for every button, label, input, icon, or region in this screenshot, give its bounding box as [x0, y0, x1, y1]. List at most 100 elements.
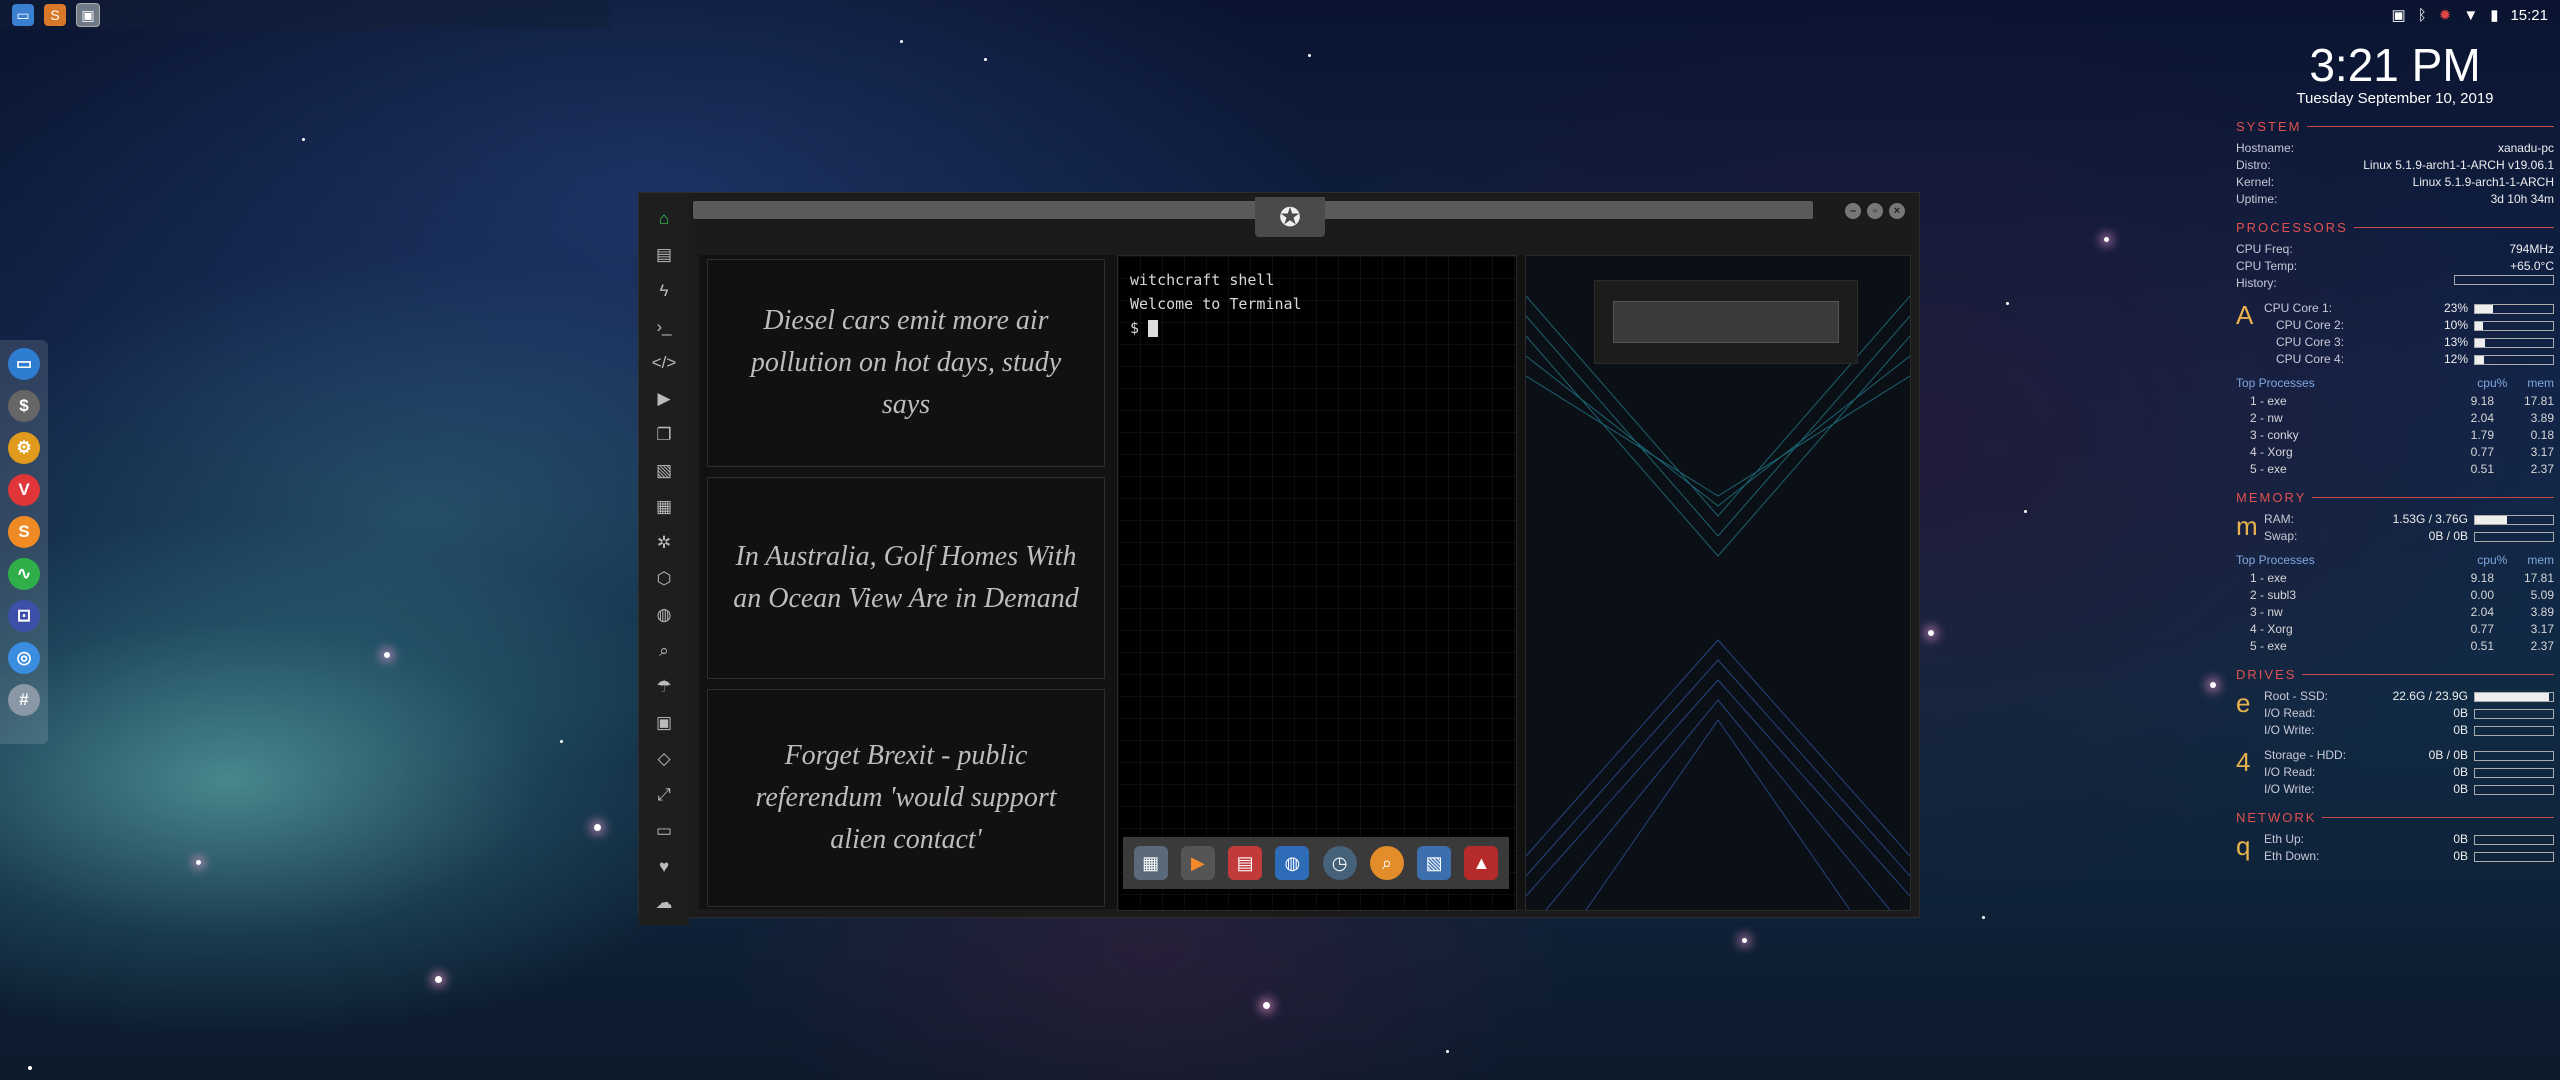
sublime-text-icon[interactable]: S: [44, 4, 66, 26]
search-icon[interactable]: ⌕: [650, 637, 678, 665]
calendar-icon[interactable]: ▤: [1228, 846, 1263, 880]
app-window: ⌂ ▤ ϟ ›_ </> ▶ ❐ ▧ ▦ ✲ ⬡ ◍ ⌕ ☂ ▣ ◇ ⤢ ▭ ♥…: [638, 192, 1920, 925]
sublime-text-icon[interactable]: S: [8, 516, 40, 548]
clock-icon[interactable]: ◷: [1322, 846, 1357, 880]
launcher-bar: ▦ ▶ ▤ ◍ ◷ ⌕ ▧ ▲: [1123, 837, 1509, 889]
eth-down-graph: [2474, 851, 2554, 862]
money-app-icon[interactable]: $: [8, 390, 40, 422]
cpu-core-bar: [2474, 303, 2554, 314]
settings-icon[interactable]: ⚙: [8, 432, 40, 464]
close-icon[interactable]: ×: [1889, 203, 1905, 219]
calculator-icon[interactable]: ▦: [1133, 846, 1168, 880]
news-headline: Diesel cars emit more air pollution on h…: [750, 305, 1062, 420]
news-headline: Forget Brexit - public referendum 'would…: [755, 740, 1057, 855]
remote-desktop-icon[interactable]: ⊡: [8, 600, 40, 632]
cpu-glyph-icon: A: [2236, 300, 2254, 330]
globe-icon[interactable]: ◍: [1275, 846, 1310, 880]
pdf-reader-icon[interactable]: ▲: [1464, 846, 1499, 880]
tray-clock[interactable]: 15:21: [2510, 7, 2548, 24]
image-icon[interactable]: ▧: [650, 457, 678, 485]
image-icon[interactable]: ▣: [2392, 6, 2406, 24]
process-row: 1 - exe 9.18 17.81: [2250, 394, 2554, 408]
news-card[interactable]: Diesel cars emit more air pollution on h…: [707, 259, 1105, 467]
news-headline: In Australia, Golf Homes With an Ocean V…: [733, 541, 1079, 614]
eth-up-graph: [2474, 834, 2554, 845]
code-icon[interactable]: </>: [650, 349, 678, 377]
files-icon[interactable]: ❐: [650, 421, 678, 449]
widget-box: [1594, 280, 1858, 364]
news-card[interactable]: Forget Brexit - public referendum 'would…: [707, 689, 1105, 907]
settings-gear-icon[interactable]: ✹: [2439, 6, 2452, 24]
network-glyph-icon: q: [2236, 831, 2251, 861]
settings-icon[interactable]: ✲: [650, 529, 678, 557]
memory-glyph-icon: m: [2236, 511, 2258, 541]
search-icon[interactable]: ⌕: [1369, 846, 1404, 880]
section-processors: PROCESSORS: [2236, 220, 2554, 235]
title-bar[interactable]: [693, 201, 1813, 219]
clock-date: Tuesday September 10, 2019: [2296, 90, 2494, 107]
process-row: 5 - exe 0.51 2.37: [2250, 639, 2554, 653]
umbrella-icon[interactable]: ☂: [650, 673, 678, 701]
app-sidebar: ⌂ ▤ ϟ ›_ </> ▶ ❐ ▧ ▦ ✲ ⬡ ◍ ⌕ ☂ ▣ ◇ ⤢ ▭ ♥…: [639, 193, 689, 925]
contacts-icon[interactable]: ▣: [650, 709, 678, 737]
swap-bar: [2474, 531, 2554, 542]
top-panel: ▭ S ▣ ▣ ᛒ ✹ ▼ ▮ 15:21: [0, 0, 2560, 30]
maximize-icon[interactable]: ▫: [1867, 203, 1883, 219]
process-row: 3 - conky 1.79 0.18: [2250, 428, 2554, 442]
process-row: 3 - nw 2.04 3.89: [2250, 605, 2554, 619]
bluetooth-icon[interactable]: ᛒ: [2418, 7, 2427, 24]
web-grid-icon[interactable]: #: [8, 684, 40, 716]
process-row: 4 - Xorg 0.77 3.17: [2250, 445, 2554, 459]
cpu-core-row: CPU Core 2: 10%: [2264, 317, 2554, 334]
file-manager-icon[interactable]: ▭: [12, 4, 34, 26]
home-icon[interactable]: ⌂: [650, 205, 678, 233]
process-row: 5 - exe 0.51 2.37: [2250, 462, 2554, 476]
system-monitor-icon[interactable]: ∿: [8, 558, 40, 590]
document-icon[interactable]: ▤: [650, 241, 678, 269]
process-row: 2 - subl3 0.00 5.09: [2250, 588, 2554, 602]
system-tray: ▣ ᛒ ✹ ▼ ▮ 15:21: [2392, 0, 2548, 30]
terminal[interactable]: witchcraft shell Welcome to Terminal $: [1117, 255, 1517, 911]
widget-field[interactable]: [1613, 301, 1839, 343]
io-read-graph: [2474, 708, 2554, 719]
heart-icon[interactable]: ♥: [650, 853, 678, 881]
chrome-browser-icon[interactable]: ◎: [8, 642, 40, 674]
play-icon[interactable]: ▶: [650, 385, 678, 413]
minimize-icon[interactable]: –: [1845, 203, 1861, 219]
file-manager-icon[interactable]: ▭: [8, 348, 40, 380]
widget-panel: [1525, 255, 1911, 911]
cpu-core-bar: [2474, 320, 2554, 331]
wifi-icon[interactable]: ▼: [2463, 7, 2478, 24]
expand-icon[interactable]: ⤢: [650, 781, 678, 809]
terminal-cursor: [1148, 320, 1159, 337]
clock-time: 3:21 PM: [2309, 39, 2481, 91]
image-viewer-icon[interactable]: ▧: [1417, 846, 1452, 880]
news-card[interactable]: In Australia, Golf Homes With an Ocean V…: [707, 477, 1105, 679]
io-read-graph: [2474, 767, 2554, 778]
lightning-icon[interactable]: ϟ: [650, 277, 678, 305]
terminal-window-icon[interactable]: ▣: [76, 3, 100, 27]
ram-bar: [2474, 514, 2554, 525]
terminal-output: witchcraft shell Welcome to Terminal $: [1130, 271, 1302, 337]
drive-glyph-icon: e: [2236, 688, 2251, 718]
section-memory: MEMORY: [2236, 490, 2554, 505]
code-branch-icon[interactable]: ◇: [650, 745, 678, 773]
hdd-glyph-icon: 4: [2236, 747, 2251, 777]
news-icon[interactable]: ▦: [650, 493, 678, 521]
root-bar: [2474, 691, 2554, 702]
app-dock: ▭ $ ⚙ V S ∿ ⊡ ◎ #: [0, 340, 48, 744]
cloud-icon[interactable]: ☁: [650, 889, 678, 917]
battery-icon[interactable]: ▮: [2490, 6, 2498, 24]
youtube-icon[interactable]: ▭: [650, 817, 678, 845]
vivaldi-browser-icon[interactable]: V: [8, 474, 40, 506]
terminal-play-icon[interactable]: ▶: [1180, 846, 1215, 880]
globe-icon[interactable]: ◍: [650, 601, 678, 629]
storage-bar: [2474, 750, 2554, 761]
cpu-history-graph: [2454, 275, 2554, 285]
taskbar: ▭ S ▣: [0, 0, 610, 30]
content-area: Diesel cars emit more air pollution on h…: [699, 255, 1911, 911]
io-write-graph: [2474, 725, 2554, 736]
hexagon-icon[interactable]: ⬡: [650, 565, 678, 593]
terminal-icon[interactable]: ›_: [650, 313, 678, 341]
process-row: 2 - nw 2.04 3.89: [2250, 411, 2554, 425]
